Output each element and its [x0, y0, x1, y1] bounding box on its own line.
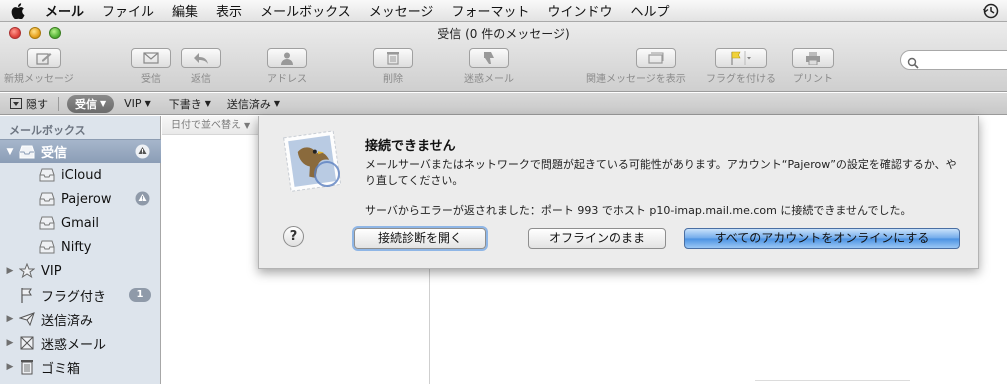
window-title: 受信 (0 件のメッセージ) [437, 27, 570, 41]
stay-offline-button[interactable]: オフラインのまま [528, 228, 666, 249]
window-toolbar: 受信 (0 件のメッセージ) 新規メッセージ 受信 返信 アドレス 削除 迷惑メ… [0, 22, 1007, 92]
divider [58, 96, 59, 111]
menubar: メール ファイル 編集 表示 メールボックス メッセージ フォーマット ウインド… [0, 0, 1007, 22]
disclosure-closed-icon[interactable]: ▶ [4, 314, 16, 324]
new-message-button[interactable]: 新規メッセージ [4, 48, 74, 85]
inbox-tray-icon [38, 191, 56, 207]
trash-icon [18, 359, 36, 375]
menu-message[interactable]: メッセージ [360, 1, 443, 20]
sidebar-item-pajerow[interactable]: Pajerow [0, 187, 161, 211]
connection-error-sheet: 接続できません メールサーバまたはネットワークで問題が起きている可能性があります… [258, 116, 979, 269]
open-diagnostics-button[interactable]: 接続診断を開く [354, 228, 486, 249]
disclosure-closed-icon[interactable]: ▶ [4, 362, 16, 372]
sidebar-item-vip[interactable]: ▶ VIP [0, 259, 161, 283]
person-icon [267, 48, 307, 68]
warning-icon[interactable] [135, 191, 150, 210]
menu-format[interactable]: フォーマット [442, 1, 538, 20]
menu-mail[interactable]: メール [36, 1, 93, 20]
show-related-button[interactable]: 関連メッセージを表示 [586, 48, 686, 85]
menu-file[interactable]: ファイル [93, 1, 163, 20]
menu-window[interactable]: ウインドウ [538, 1, 621, 20]
sidebar-item-nifty[interactable]: Nifty [0, 235, 161, 259]
disclosure-closed-icon[interactable]: ▶ [4, 338, 16, 348]
sidebar-header: メールボックス [9, 124, 86, 137]
sidebar-item-junk[interactable]: ▶ 迷惑メール [0, 331, 161, 355]
take-all-online-button[interactable]: すべてのアカウントをオンラインにする [684, 228, 960, 249]
warning-icon[interactable] [135, 144, 150, 163]
sidebar-item-icloud[interactable]: iCloud [0, 163, 161, 187]
disclosure-open-icon[interactable]: ▼ [4, 147, 16, 157]
related-messages-icon [636, 48, 677, 68]
mail-stamp-icon [281, 128, 345, 192]
flag-icon [715, 48, 767, 68]
chevron-down-icon: ▼ [273, 99, 281, 108]
envelope-icon [131, 48, 171, 68]
paper-plane-icon [18, 311, 36, 327]
favorite-inbox[interactable]: 受信 ▼ [67, 94, 115, 113]
junk-button[interactable]: 迷惑メール [464, 48, 514, 85]
divider [755, 380, 910, 381]
chevron-down-icon: ▼ [100, 99, 107, 108]
sidebar-item-flagged[interactable]: フラグ付き 1 [0, 283, 161, 307]
menu-mailbox[interactable]: メールボックス [251, 1, 360, 20]
thumbs-down-icon [469, 48, 509, 68]
menu-help[interactable]: ヘルプ [621, 1, 678, 20]
time-machine-icon[interactable] [982, 3, 999, 23]
inbox-icon [18, 144, 36, 160]
delete-button[interactable]: 削除 [373, 48, 413, 85]
trash-can-icon [373, 48, 413, 68]
apple-menu-icon[interactable] [0, 0, 36, 22]
get-mail-button[interactable]: 受信 [131, 48, 171, 85]
chevron-down-icon: ▼ [204, 99, 211, 108]
alert-message: メールサーバまたはネットワークで問題が起きている可能性があります。アカウント“P… [365, 158, 957, 187]
flag-button[interactable]: フラグを付ける [706, 48, 776, 85]
junk-icon [18, 335, 36, 351]
inbox-tray-icon [38, 167, 56, 183]
sidebar-item-trash[interactable]: ▶ ゴミ箱 [0, 355, 161, 379]
search-icon [907, 54, 919, 73]
search-input[interactable] [900, 50, 1007, 70]
sidebar-toggle-icon [10, 98, 22, 109]
menu-view[interactable]: 表示 [207, 1, 251, 20]
help-button[interactable]: ? [283, 226, 304, 247]
hide-mailboxes-button[interactable]: 隠す [0, 96, 54, 112]
reply-arrow-icon [181, 48, 221, 68]
printer-icon [792, 48, 834, 68]
compose-icon [26, 48, 61, 68]
star-icon [18, 263, 36, 279]
favorite-drafts[interactable]: 下書き ▼ [163, 96, 217, 112]
menu-edit[interactable]: 編集 [163, 1, 207, 20]
flag-icon [18, 287, 36, 303]
favorite-vip[interactable]: VIP ▼ [118, 97, 157, 110]
inbox-tray-icon [38, 239, 56, 255]
alert-title: 接続できません [365, 139, 456, 154]
alert-error-detail: サーバからエラーが返されました：ポート 993 でホスト p10-imap.ma… [365, 204, 912, 217]
print-button[interactable]: プリント [792, 48, 834, 85]
sidebar-item-sent[interactable]: ▶ 送信済み [0, 307, 161, 331]
chevron-down-icon: ▼ [144, 99, 151, 108]
chevron-down-icon: ▼ [244, 121, 251, 130]
disclosure-closed-icon[interactable]: ▶ [4, 266, 16, 276]
mailbox-sidebar: メールボックス ▼ 受信 iCloud Pajerow Gmail Nifty … [0, 116, 161, 384]
address-button[interactable]: アドレス [267, 48, 307, 85]
unread-count-badge: 1 [129, 288, 151, 302]
reply-button[interactable]: 返信 [181, 48, 221, 85]
favorites-bar: 隠す 受信 ▼ VIP ▼ 下書き ▼ 送信済み ▼ [0, 93, 1007, 115]
sidebar-item-gmail[interactable]: Gmail [0, 211, 161, 235]
inbox-tray-icon [38, 215, 56, 231]
sidebar-item-inbox[interactable]: ▼ 受信 [0, 139, 161, 163]
favorite-sent[interactable]: 送信済み ▼ [221, 96, 286, 112]
